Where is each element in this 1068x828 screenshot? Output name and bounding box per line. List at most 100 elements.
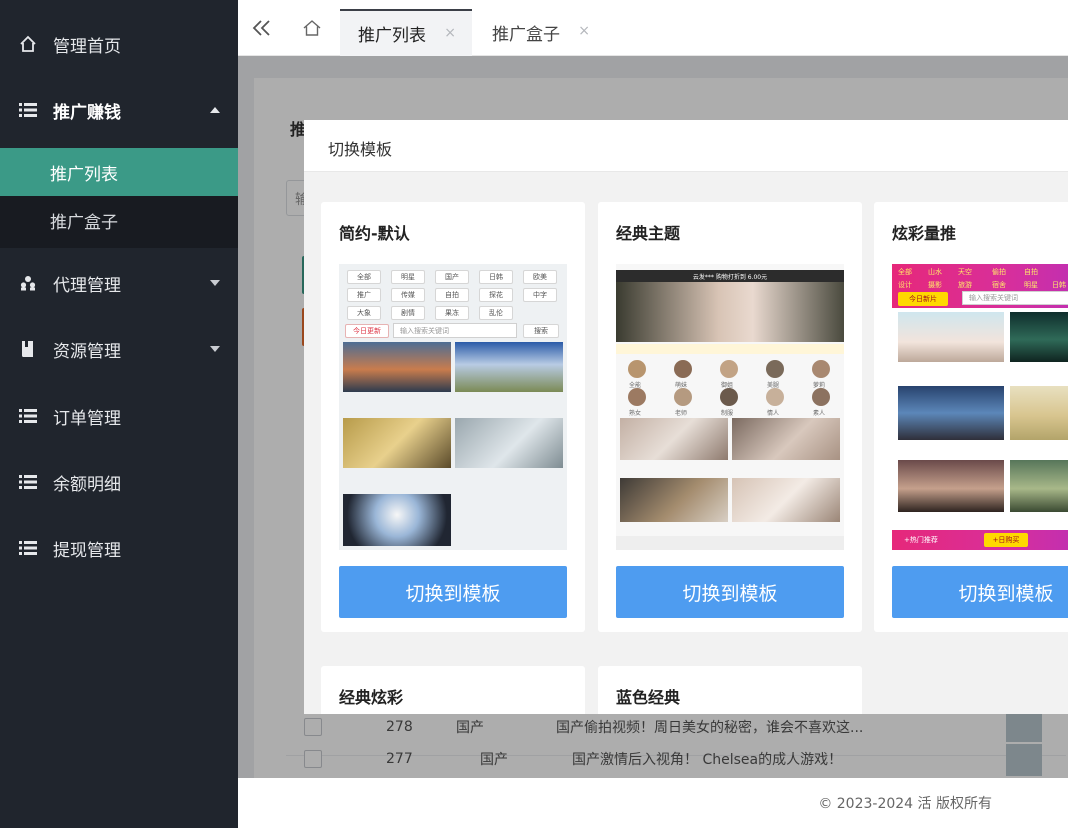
sidebar-item-withdraw[interactable]: 提现管理 (0, 518, 238, 578)
preview-pill: 乱伦 (479, 306, 513, 320)
preview-label: 情人 (767, 410, 780, 417)
sidebar-item-dashboard[interactable]: 管理首页 (0, 14, 238, 74)
preview-bottom-label: +热门推荐 (904, 536, 938, 544)
sidebar-item-label: 管理首页 (53, 36, 121, 57)
preview-pill: 欧美 (523, 270, 557, 284)
sidebar-subitem-label: 推广盒子 (50, 212, 118, 233)
switch-template-modal: 切换模板 简约-默认 全部 明星 国产 日韩 欧美 推广 传媒 自拍 探花 中字… (304, 120, 1068, 714)
preview-thumbnail (1010, 386, 1068, 440)
tab-label: 推广列表 (358, 26, 426, 46)
tab-label: 推广盒子 (492, 25, 560, 45)
preview-pill: 国产 (435, 270, 469, 284)
sidebar-subitem-promo-box[interactable]: 推广盒子 (0, 196, 238, 244)
preview-search-field: 输入搜索关键词 (962, 291, 1068, 305)
preview-tag: 山水 (928, 268, 942, 276)
collapse-sidebar-button[interactable] (238, 0, 286, 56)
close-icon[interactable]: × (578, 23, 590, 39)
preview-avatar (720, 360, 738, 378)
template-name: 经典主题 (616, 224, 681, 243)
preview-tag: 摄影 (928, 281, 942, 289)
caret-up-icon (210, 107, 220, 113)
double-chevron-left-icon (252, 20, 270, 36)
preview-tag: 宿舍 (992, 281, 1006, 289)
preview-thumbnail (455, 418, 563, 468)
sidebar-item-resources[interactable]: 资源管理 (0, 319, 238, 379)
preview-bottom-nav (616, 536, 844, 550)
preview-avatar (766, 388, 784, 406)
preview-thumbnail (732, 478, 840, 522)
home-outline-icon (303, 20, 321, 36)
sidebar: 管理首页 推广赚钱 推广列表 推广盒子 代理管理 资源管理 订单管理 余额明细 … (0, 0, 238, 828)
preview-tag: 旅游 (958, 281, 972, 289)
switch-to-template-button[interactable]: 切换到模板 (616, 566, 844, 618)
sidebar-item-promote[interactable]: 推广赚钱 (0, 80, 238, 140)
sidebar-item-label: 推广赚钱 (53, 102, 121, 123)
preview-pill: 日韩 (479, 270, 513, 284)
preview-tag: 全部 (898, 268, 912, 276)
preview-bottom-button: +日购买 (984, 533, 1028, 547)
preview-pill: 果冻 (435, 306, 469, 320)
template-preview-image: 云发*** 购物打折到 6.00元 全能 萌妹 御姐 美腿 萝莉 熟女 老师 制… (616, 264, 844, 550)
preview-tag: 日韩 (1052, 281, 1066, 289)
sidebar-item-orders[interactable]: 订单管理 (0, 386, 238, 446)
sidebar-item-agents[interactable]: 代理管理 (0, 253, 238, 313)
preview-avatar (628, 388, 646, 406)
switch-to-template-button[interactable]: 切换到模板 (892, 566, 1068, 618)
preview-thumbnail (620, 478, 728, 522)
caret-down-icon (210, 280, 220, 286)
sidebar-submenu: 推广列表 推广盒子 (0, 148, 238, 248)
preview-today-pill: 今日更新 (345, 324, 389, 338)
preview-label: 制服 (721, 410, 734, 417)
preview-tag: 自拍 (1024, 268, 1038, 276)
preview-avatar (674, 388, 692, 406)
preview-pill: 剧情 (391, 306, 425, 320)
sidebar-item-label: 提现管理 (53, 540, 121, 561)
preview-banner: 云发*** 购物打折到 6.00元 (616, 270, 844, 282)
switch-to-template-button[interactable]: 切换到模板 (339, 566, 567, 618)
preview-thumbnail (898, 312, 1004, 362)
preview-avatar (674, 360, 692, 378)
preview-label: 熟女 (629, 410, 642, 417)
footer: © 2023-2024 活 版权所有 (238, 778, 1068, 828)
preview-avatar (812, 360, 830, 378)
top-tab-bar: 推广列表 × 推广盒子 × (238, 0, 1068, 56)
preview-today-pill: 今日新片 (898, 292, 948, 306)
home-icon (19, 35, 37, 53)
template-name: 蓝色经典 (616, 688, 681, 707)
preview-thumbnail (898, 386, 1004, 440)
sidebar-subitem-promo-list[interactable]: 推广列表 (0, 148, 238, 196)
preview-thumbnail (343, 418, 451, 468)
list-icon (19, 407, 37, 425)
preview-pill: 大象 (347, 306, 381, 320)
tab-promo-box[interactable]: 推广盒子 × (474, 9, 606, 56)
preview-search-button: 搜索 (523, 324, 559, 338)
preview-label: 素人 (813, 410, 826, 417)
preview-pill: 全部 (347, 270, 381, 284)
sidebar-item-balance[interactable]: 余额明细 (0, 452, 238, 512)
preview-tag: 偷拍 (992, 268, 1006, 276)
preview-thumbnail (343, 494, 451, 546)
sidebar-item-label: 订单管理 (53, 408, 121, 429)
template-preview-image: 全部 明星 国产 日韩 欧美 推广 传媒 自拍 探花 中字 大象 剧情 果冻 乱… (339, 264, 567, 550)
tab-promo-list[interactable]: 推广列表 × (340, 9, 472, 56)
sidebar-item-label: 余额明细 (53, 474, 121, 495)
template-card-classic: 经典主题 云发*** 购物打折到 6.00元 全能 萌妹 御姐 美腿 萝莉 熟女… (598, 202, 862, 632)
home-tab-button[interactable] (288, 0, 336, 56)
modal-title: 切换模板 (328, 140, 393, 159)
list-icon (19, 101, 37, 119)
preview-avatar (720, 388, 738, 406)
template-card-classic-colorful: 经典炫彩 (321, 666, 585, 714)
book-icon (19, 340, 37, 358)
template-name: 炫彩量推 (892, 224, 957, 243)
copyright-text: © 2023-2024 活 版权所有 (818, 796, 992, 812)
close-icon[interactable]: × (444, 25, 456, 41)
preview-tag: 明星 (1024, 281, 1038, 289)
preview-avatar (812, 388, 830, 406)
template-name: 简约-默认 (339, 224, 410, 243)
preview-pill: 明星 (391, 270, 425, 284)
preview-thumbnail (620, 418, 728, 460)
preview-thumbnail (732, 418, 840, 460)
template-card-simple: 简约-默认 全部 明星 国产 日韩 欧美 推广 传媒 自拍 探花 中字 大象 剧… (321, 202, 585, 632)
sidebar-item-label: 资源管理 (53, 341, 121, 362)
preview-avatar (766, 360, 784, 378)
